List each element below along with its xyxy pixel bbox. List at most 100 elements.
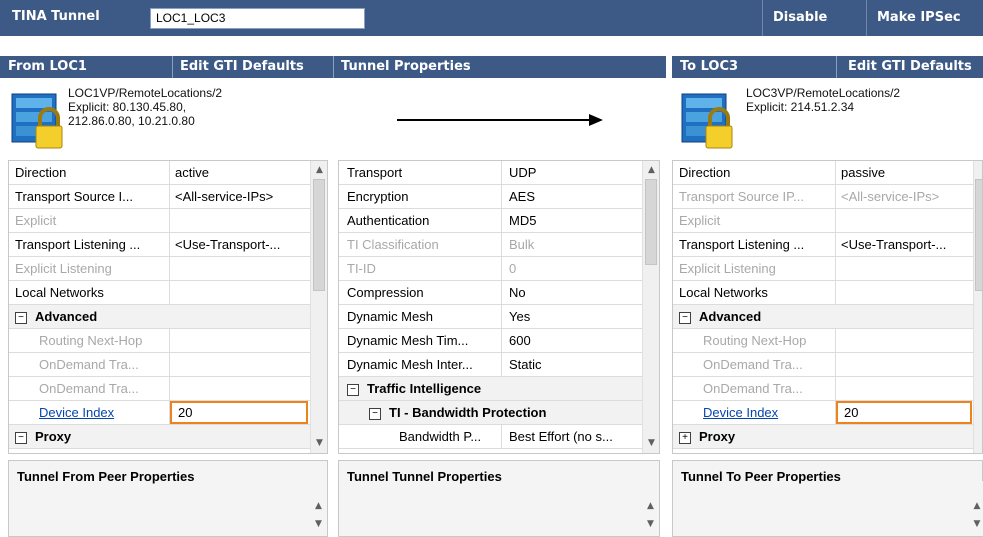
scroll-up-icon[interactable]: ▲ [311,165,327,175]
grid-row[interactable]: Dynamic Mesh Inter... Static [339,353,643,377]
row-label: Explicit [679,213,721,228]
scroll-down-icon[interactable]: ▼ [642,519,659,529]
firewall-lock-icon [10,86,70,155]
grid-row[interactable]: OnDemand Tra... [673,353,973,377]
row-label: TI Classification [347,237,439,252]
scroll-down-icon[interactable]: ▼ [643,438,659,448]
scroll-thumb[interactable] [313,179,325,291]
grid-row[interactable]: Transport UDP [339,161,643,185]
row-label: Dynamic Mesh Inter... [347,357,473,372]
vertical-scrollbar[interactable]: ▲ ▼ [310,161,327,453]
grid-row[interactable]: Transport Listening ... <Use-Transport-.… [673,233,973,257]
expand-icon[interactable]: + [679,431,691,444]
group-traffic-intelligence[interactable]: − Traffic Intelligence [339,377,643,401]
row-value: 0 [509,261,517,276]
row-label: Routing Next-Hop [39,333,143,348]
grid-row[interactable]: Explicit [9,209,311,233]
grid-row[interactable]: Transport Source IP... <All-service-IPs> [673,185,973,209]
edit-gti-defaults-to-button[interactable]: Edit GTI Defaults [848,56,972,78]
grid-row[interactable]: Compression No [339,281,643,305]
vertical-scrollbar[interactable]: ▲ ▼ [642,481,659,536]
vertical-scrollbar[interactable]: ▲ ▼ [310,481,327,536]
grid-row[interactable]: Local Networks [673,281,973,305]
row-value: UDP [509,165,537,180]
grid-row[interactable]: Bandwidth P... Best Effort (no s... [339,425,643,449]
disable-button[interactable]: Disable [762,0,865,36]
collapse-icon[interactable]: − [15,311,27,324]
row-value: Static [509,357,542,372]
row-label: Local Networks [15,285,104,300]
grid-row[interactable]: Device Index 20 [9,401,311,425]
row-label: Transport Listening ... [679,237,805,252]
tunnel-name-input[interactable]: LOC1_LOC3 [150,8,365,29]
grid-row[interactable]: Authentication MD5 [339,209,643,233]
scroll-up-icon[interactable]: ▲ [310,501,327,511]
row-label: OnDemand Tra... [39,381,139,396]
scroll-down-icon[interactable]: ▼ [310,519,327,529]
scroll-down-icon[interactable]: ▼ [971,519,983,529]
scroll-up-icon[interactable]: ▲ [642,501,659,511]
group-proxy[interactable]: + Proxy [673,425,973,449]
scroll-up-icon[interactable]: ▲ [643,165,659,175]
arrow-right-icon [395,110,605,133]
row-label: Explicit [15,213,57,228]
collapse-icon[interactable]: − [369,407,381,420]
to-property-grid: Direction passive Transport Source IP...… [672,160,983,454]
tina-tunnel-label: TINA Tunnel [12,9,100,24]
row-label: Transport [347,165,403,180]
grid-row[interactable]: Direction active [9,161,311,185]
vertical-scrollbar[interactable]: ▲ ▼ [971,481,983,536]
right-header-bar: To LOC3 Edit GTI Defaults [672,56,983,78]
to-peer-explicit: Explicit: 214.51.2.34 [746,100,855,114]
device-index-link[interactable]: Device Index [703,401,831,424]
scroll-thumb[interactable] [645,179,657,265]
scroll-up-icon[interactable]: ▲ [971,501,983,511]
group-advanced[interactable]: − Advanced [9,305,311,329]
group-proxy[interactable]: − Proxy [9,425,311,449]
collapse-icon[interactable]: − [15,431,27,444]
edit-gti-defaults-from-button[interactable]: Edit GTI Defaults [180,56,304,78]
grid-row[interactable]: TI Classification Bulk [339,233,643,257]
grid-row[interactable]: Dynamic Mesh Tim... 600 [339,329,643,353]
collapse-icon[interactable]: − [347,383,359,396]
grid-row[interactable]: Routing Next-Hop [9,329,311,353]
description-title: Tunnel From Peer Properties [17,469,195,484]
group-advanced[interactable]: − Advanced [673,305,973,329]
grid-row[interactable]: Local Networks [9,281,311,305]
row-value: 600 [509,333,531,348]
device-index-field[interactable]: 20 [836,401,972,424]
grid-row[interactable]: OnDemand Tra... [673,377,973,401]
row-value: <All-service-IPs> [841,189,940,204]
scroll-down-icon[interactable]: ▼ [311,438,327,448]
row-label: Bandwidth P... [399,429,482,444]
grid-row[interactable]: Routing Next-Hop [673,329,973,353]
grid-row[interactable]: OnDemand Tra... [9,377,311,401]
scroll-thumb[interactable] [975,179,982,291]
grid-row[interactable]: Device Index 20 [673,401,973,425]
row-label: Compression [347,285,424,300]
grid-row[interactable]: Explicit Listening [9,257,311,281]
group-label: Traffic Intelligence [367,381,482,396]
description-title: Tunnel Tunnel Properties [347,469,502,484]
grid-row[interactable]: Direction passive [673,161,973,185]
group-bandwidth-protection[interactable]: − TI - Bandwidth Protection [339,401,643,425]
grid-row[interactable]: Encryption AES [339,185,643,209]
grid-row[interactable]: TI-ID 0 [339,257,643,281]
vertical-scrollbar[interactable]: ▲ ▼ [642,161,659,453]
grid-row[interactable]: Transport Listening ... <Use-Transport-.… [9,233,311,257]
from-peer-info: LOC1VP/RemoteLocations/2 Explicit: 80.13… [68,86,222,128]
grid-row[interactable]: OnDemand Tra... [9,353,311,377]
device-index-link[interactable]: Device Index [39,401,165,424]
row-label: Authentication [347,213,430,228]
make-ipsec-button[interactable]: Make IPSec [866,0,983,36]
grid-row[interactable]: Dynamic Mesh Yes [339,305,643,329]
row-value: Best Effort (no s... [509,429,613,444]
collapse-icon[interactable]: − [679,311,691,324]
row-label: Dynamic Mesh [347,309,433,324]
grid-row[interactable]: Explicit Listening [673,257,973,281]
row-value: AES [509,189,536,204]
device-index-field[interactable]: 20 [170,401,308,424]
vertical-scrollbar[interactable] [973,161,982,453]
grid-row[interactable]: Transport Source I... <All-service-IPs> [9,185,311,209]
grid-row[interactable]: Explicit [673,209,973,233]
